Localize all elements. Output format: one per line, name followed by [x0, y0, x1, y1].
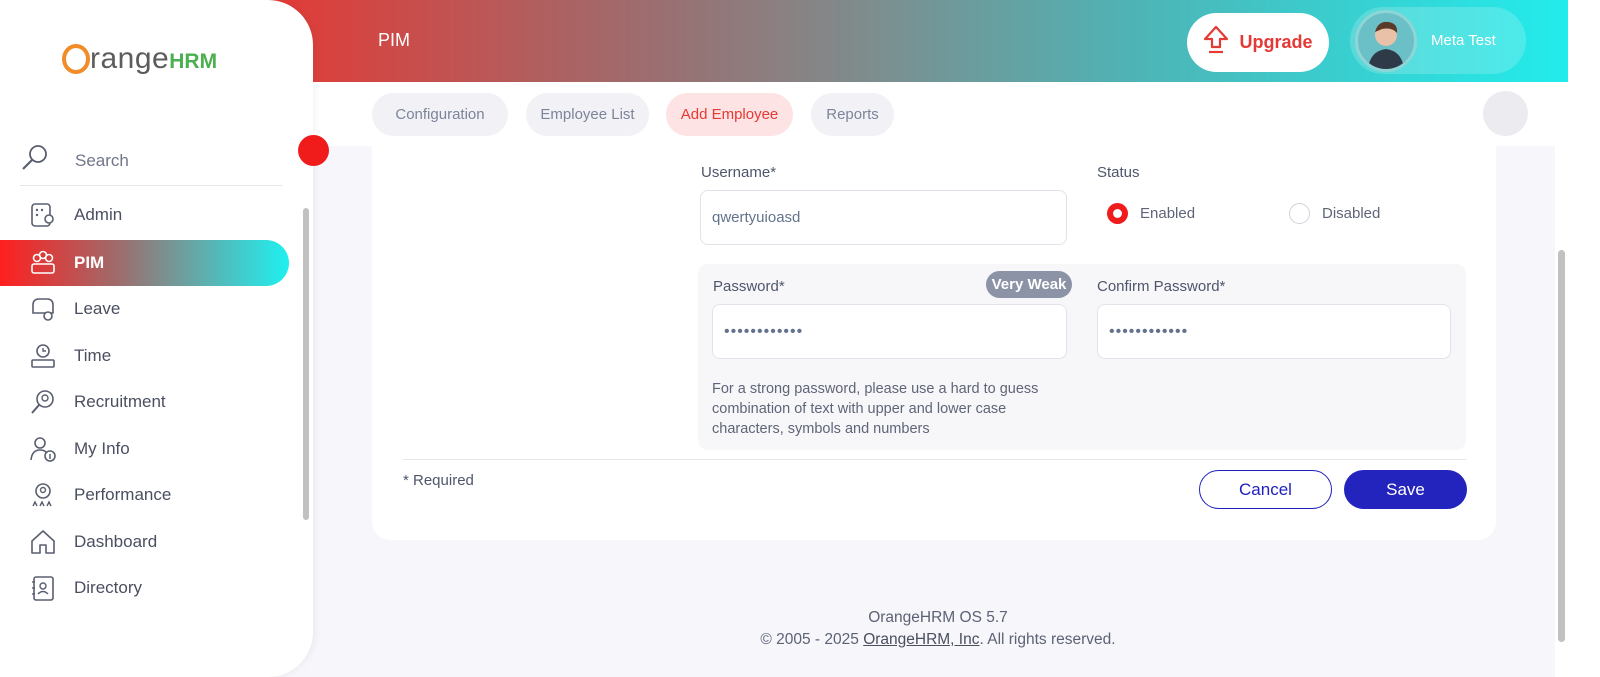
- tab-employee-list[interactable]: Employee List: [526, 93, 649, 136]
- admin-icon: [28, 200, 58, 230]
- right-edge: [1568, 0, 1600, 677]
- footer-copyright: © 2005 - 2025 OrangeHRM, Inc. All rights…: [313, 631, 1563, 649]
- sidebar-item-label: Dashboard: [74, 532, 158, 551]
- form-divider: [403, 459, 1466, 460]
- username-label: Username*: [701, 164, 777, 181]
- user-name: Meta Test: [1431, 32, 1496, 49]
- search-label: Search: [75, 150, 129, 170]
- module-title: PIM: [378, 30, 411, 50]
- upgrade-button[interactable]: Upgrade: [1187, 13, 1329, 72]
- sidebar: range HRM Search Admin PIM Leave Time Re…: [0, 0, 313, 677]
- upgrade-arrow-icon: [1203, 25, 1229, 60]
- dashboard-icon: [28, 527, 58, 557]
- recruitment-icon: [28, 387, 58, 417]
- save-button[interactable]: Save: [1344, 470, 1467, 509]
- performance-icon: [28, 480, 58, 510]
- required-note: * Required: [403, 472, 474, 489]
- sidebar-item-recruitment[interactable]: Recruitment: [0, 379, 289, 425]
- orangehrm-logo: range HRM: [62, 38, 217, 76]
- password-strength-badge: Very Weak: [986, 271, 1072, 298]
- confirm-password-label: Confirm Password*: [1097, 278, 1226, 295]
- sidebar-collapse-button[interactable]: [298, 135, 329, 166]
- footer-version: OrangeHRM OS 5.7: [868, 609, 1008, 626]
- password-label: Password*: [713, 278, 785, 295]
- sidebar-item-label: Time: [74, 346, 112, 365]
- sidebar-item-leave[interactable]: Leave: [0, 286, 289, 332]
- disabled-label: Disabled: [1322, 205, 1381, 222]
- sidebar-item-label: Leave: [74, 299, 121, 318]
- sidebar-item-label: PIM: [74, 253, 105, 272]
- avatar: [1355, 9, 1417, 72]
- copyright-prefix: © 2005 - 2025: [760, 631, 864, 648]
- tab-configuration[interactable]: Configuration: [372, 93, 508, 136]
- logo-orange-icon: [62, 44, 90, 74]
- sub-navigation: Configuration Employee List Add Employee…: [313, 82, 1588, 146]
- sidebar-item-label: Recruitment: [74, 392, 166, 411]
- sidebar-item-label: Directory: [74, 578, 143, 597]
- sidebar-scrollbar-thumb[interactable]: [303, 208, 309, 520]
- password-input[interactable]: ••••••••••••: [712, 304, 1067, 359]
- status-disabled-option[interactable]: Disabled: [1289, 203, 1380, 224]
- sidebar-item-pim[interactable]: PIM: [0, 240, 289, 286]
- enabled-radio[interactable]: [1107, 203, 1128, 224]
- directory-icon: [28, 573, 58, 603]
- page-scrollbar-thumb[interactable]: [1558, 250, 1565, 642]
- leave-icon: [28, 294, 58, 324]
- upgrade-label: Upgrade: [1239, 32, 1313, 52]
- copyright-suffix: . All rights reserved.: [979, 631, 1116, 648]
- search-icon: [20, 143, 50, 178]
- confirm-password-input[interactable]: ••••••••••••: [1097, 304, 1451, 359]
- sidebar-scrollbar[interactable]: [300, 192, 312, 622]
- disabled-radio[interactable]: [1289, 203, 1310, 224]
- logo-hrm: HRM: [169, 50, 218, 73]
- sidebar-search[interactable]: Search: [20, 136, 282, 186]
- logo-text: range: [90, 42, 170, 75]
- top-header: PIM Upgrade Meta Test: [260, 0, 1600, 82]
- cancel-button[interactable]: Cancel: [1199, 470, 1332, 509]
- status-label: Status: [1097, 164, 1140, 181]
- user-dropdown[interactable]: Meta Test: [1350, 7, 1526, 74]
- sidebar-item-label: Performance: [74, 485, 172, 504]
- help-button[interactable]: [1483, 91, 1528, 136]
- sidebar-item-directory[interactable]: Directory: [0, 565, 289, 611]
- sidebar-item-performance[interactable]: Performance: [0, 472, 289, 518]
- status-enabled-option[interactable]: Enabled: [1107, 203, 1195, 224]
- pim-icon: [28, 248, 58, 278]
- username-input[interactable]: qwertyuioasd: [700, 190, 1067, 245]
- sidebar-item-label: Admin: [74, 205, 123, 224]
- sidebar-item-label: My Info: [74, 439, 130, 458]
- sidebar-item-admin[interactable]: Admin: [0, 192, 289, 238]
- sidebar-item-dashboard[interactable]: Dashboard: [0, 519, 289, 565]
- sidebar-item-time[interactable]: Time: [0, 333, 289, 379]
- my-info-icon: [28, 434, 58, 464]
- add-employee-card: Username* qwertyuioasd Status Enabled Di…: [372, 146, 1496, 540]
- tab-reports[interactable]: Reports: [811, 93, 894, 136]
- sidebar-item-my-info[interactable]: My Info: [0, 426, 289, 472]
- enabled-label: Enabled: [1140, 205, 1196, 222]
- company-link[interactable]: OrangeHRM, Inc: [863, 631, 979, 648]
- page-scrollbar[interactable]: [1555, 146, 1568, 677]
- time-icon: [28, 341, 58, 371]
- tab-add-employee[interactable]: Add Employee: [666, 93, 793, 136]
- password-hint: For a strong password, please use a hard…: [712, 381, 1039, 437]
